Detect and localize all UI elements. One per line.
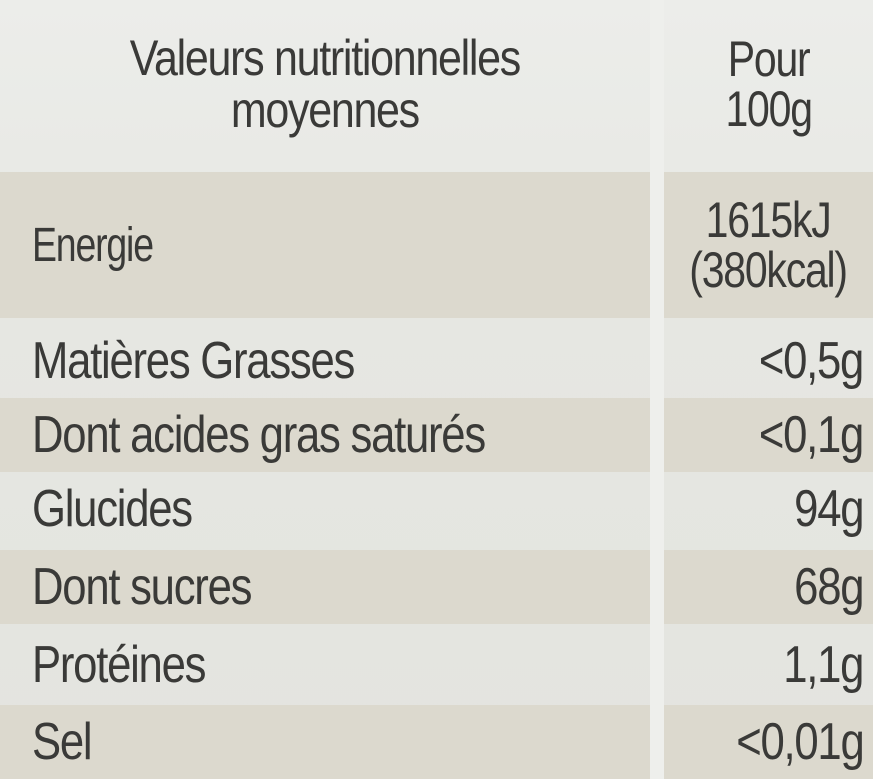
row-value: 68g: [793, 558, 864, 616]
row-label: Glucides: [32, 480, 193, 538]
energy-kcal: (380kcal): [689, 242, 849, 298]
row-value: 1,1g: [783, 636, 864, 694]
table-row: Protéines 1,1g: [0, 628, 873, 702]
header-title-cell: Valeurs nutritionnelles moyennes: [0, 0, 650, 168]
header-title-line2: moyennes: [230, 82, 420, 138]
row-label: Dont acides gras saturés: [32, 406, 486, 464]
row-value: <0,1g: [758, 406, 864, 464]
table-header: Valeurs nutritionnelles moyennes Pour 10…: [0, 0, 873, 168]
table-row: Dont acides gras saturés <0,1g: [0, 398, 873, 472]
nutrition-label: Valeurs nutritionnelles moyennes Pour 10…: [0, 0, 873, 779]
row-label: Protéines: [32, 636, 206, 694]
energy-kj: 1615kJ: [706, 192, 832, 248]
table-row: Sel <0,01g: [0, 705, 873, 779]
row-label: Matières Grasses: [32, 332, 355, 390]
header-per-cell: Pour 100g: [664, 0, 873, 168]
energy-value-cell: 1615kJ (380kcal): [664, 172, 873, 318]
table-row: Glucides 94g: [0, 472, 873, 546]
row-label: Sel: [32, 713, 93, 771]
header-per-line1: Pour: [727, 31, 811, 87]
row-label: Dont sucres: [32, 558, 252, 616]
header-per-line2: 100g: [725, 81, 813, 137]
row-value: 94g: [793, 480, 864, 538]
table-row: Matières Grasses <0,5g: [0, 324, 873, 398]
table-row: Dont sucres 68g: [0, 550, 873, 624]
energy-label: Energie: [32, 218, 154, 272]
energy-label-cell: Energie: [0, 172, 650, 318]
row-value: <0,5g: [758, 332, 864, 390]
row-value: <0,01g: [735, 713, 865, 771]
header-title-line1: Valeurs nutritionnelles: [129, 30, 522, 86]
table-row-energy: Energie 1615kJ (380kcal): [0, 172, 873, 318]
